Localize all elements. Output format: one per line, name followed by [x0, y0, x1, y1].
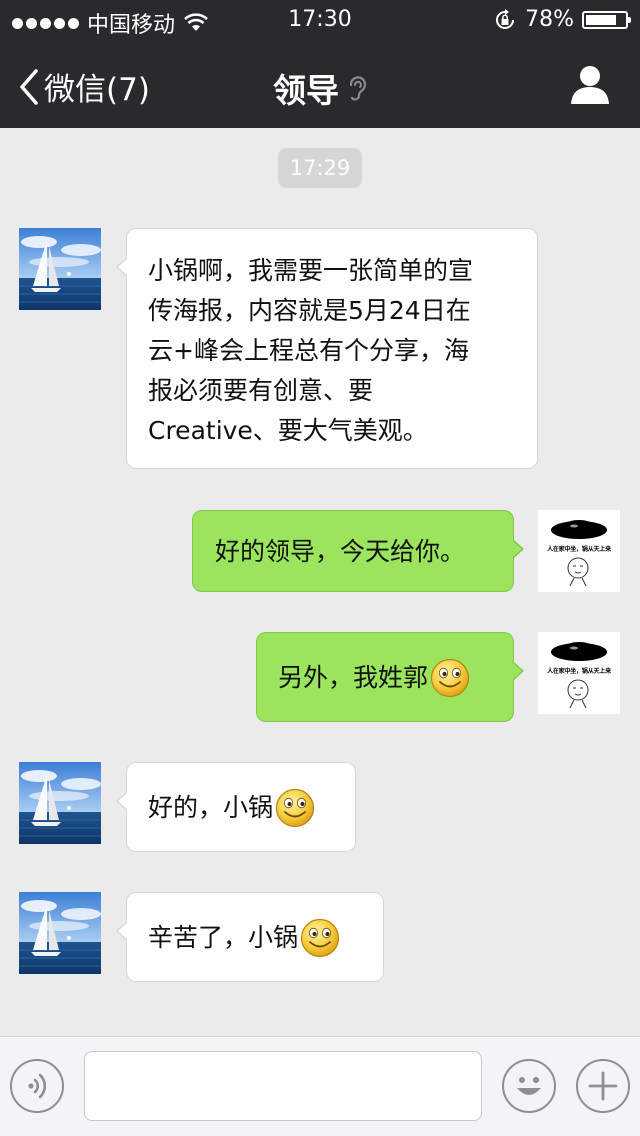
message-bubble-incoming[interactable]: 小锅啊，我需要一张简单的宣 传海报，内容就是5月24日在 云+峰会上程总有个分享… — [116, 228, 538, 469]
voice-input-button[interactable] — [10, 1059, 64, 1113]
message-text: 好的领导，今天给你。 — [215, 537, 466, 566]
message-input[interactable] — [84, 1051, 482, 1121]
emoji-button[interactable] — [502, 1059, 556, 1113]
voice-icon — [28, 1073, 47, 1099]
status-right: 78% — [493, 7, 631, 32]
message-line: 云+峰会上程总有个分享，海 — [148, 336, 469, 365]
navigation-bar: 微信(7) 领导 — [0, 40, 640, 128]
message-text: 辛苦了，小锅 — [148, 923, 299, 952]
message-list[interactable]: 17:29 小锅啊，我需要一张简单的宣 传海报，内容就是5月24日在 云+峰会上… — [0, 128, 640, 1036]
rotation-lock-icon — [496, 8, 515, 29]
avatar-caption: 人在家中坐，锅从天上来 — [547, 546, 611, 553]
battery-level-fill — [586, 14, 616, 25]
input-toolbar — [0, 1036, 640, 1136]
contact-avatar[interactable] — [19, 762, 101, 844]
sailboat-avatar-image — [19, 762, 101, 844]
message-text: 好的，小锅 — [148, 793, 274, 822]
avatar-caption: 人在家中坐，锅从天上来 — [547, 668, 611, 675]
emoji-face-icon — [517, 1077, 541, 1095]
message-timestamp: 17:29 — [278, 148, 362, 188]
chat-title: 领导 — [0, 64, 640, 112]
battery-icon — [582, 10, 631, 29]
message-text: 另外，我姓郭 — [278, 663, 429, 692]
message-line: 小锅啊，我需要一张简单的宣 — [148, 256, 474, 285]
sailboat-avatar-image — [19, 228, 101, 310]
sailboat-avatar-image — [19, 892, 101, 974]
battery-percent: 78% — [525, 7, 574, 32]
chat-info-button[interactable] — [570, 64, 610, 108]
more-options-button[interactable] — [576, 1059, 630, 1113]
earpiece-mode-icon — [349, 76, 367, 101]
smile-emoji-icon — [430, 658, 470, 698]
status-bar: 中国移动 17:30 78% — [0, 0, 640, 40]
plus-icon — [588, 1071, 618, 1101]
message-bubble-incoming[interactable]: 好的，小锅 — [116, 762, 356, 852]
message-bubble-outgoing[interactable]: 好的领导，今天给你。 — [192, 510, 524, 592]
person-icon — [571, 66, 609, 104]
self-avatar[interactable]: 人在家中坐，锅从天上来 — [538, 510, 620, 592]
smile-emoji-icon — [300, 918, 340, 958]
self-avatar[interactable]: 人在家中坐，锅从天上来 — [538, 632, 620, 714]
message-line: 传海报，内容就是5月24日在 — [148, 296, 471, 325]
smile-emoji-icon — [275, 788, 315, 828]
contact-avatar[interactable] — [19, 892, 101, 974]
message-bubble-incoming[interactable]: 辛苦了，小锅 — [116, 892, 384, 982]
message-line: Creative、要大气美观。 — [148, 416, 428, 445]
message-line: 报必须要有创意、要 — [148, 376, 374, 405]
message-bubble-outgoing[interactable]: 另外，我姓郭 — [256, 632, 524, 722]
contact-avatar[interactable] — [19, 228, 101, 310]
contact-name: 领导 — [273, 71, 339, 110]
